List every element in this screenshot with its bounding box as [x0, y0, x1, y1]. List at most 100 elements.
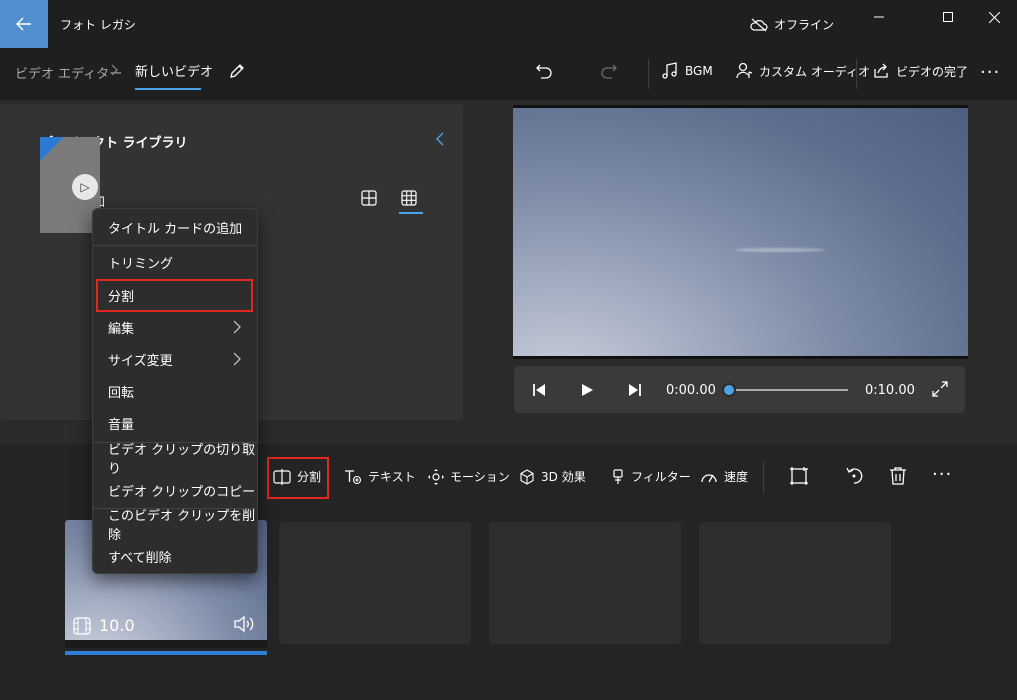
- seek-bar[interactable]: [728, 389, 848, 391]
- cloud-offline-icon: [750, 18, 768, 31]
- menu-item-label: トリミング: [108, 256, 174, 272]
- view-small-button[interactable]: [361, 190, 381, 210]
- share-icon: [874, 63, 888, 78]
- menu-item-trim[interactable]: トリミング: [93, 247, 257, 277]
- app-title: フォト レガシ: [60, 18, 136, 32]
- finish-video-button[interactable]: ビデオの完了: [872, 62, 968, 80]
- player-controls: 0:00.00 0:10.00: [514, 366, 965, 413]
- menu-item-label: タイトル カードの追加: [108, 221, 243, 237]
- pencil-icon: [230, 64, 244, 78]
- split-highlight: [267, 457, 329, 499]
- play-button[interactable]: [578, 381, 596, 399]
- play-icon: ▷: [72, 174, 98, 200]
- speed-icon: [701, 473, 717, 482]
- filter-tool-button[interactable]: フィルター: [611, 468, 691, 485]
- end-time: 0:10.00: [865, 383, 915, 398]
- grid-large-icon: [401, 190, 417, 206]
- chevron-left-icon: [436, 132, 444, 146]
- maximize-button[interactable]: [925, 0, 971, 34]
- menu-item-add-title-card[interactable]: タイトル カードの追加: [93, 212, 257, 242]
- speaker-icon: [234, 615, 254, 633]
- menu-separator: [93, 245, 257, 246]
- maximize-icon: [943, 12, 953, 22]
- collapse-library-button[interactable]: [435, 132, 445, 146]
- fullscreen-icon: [932, 381, 948, 397]
- bgm-button[interactable]: BGM: [661, 62, 713, 80]
- menu-item-copy-clip[interactable]: ビデオ クリップのコピー: [93, 475, 257, 505]
- person-audio-icon: [736, 62, 753, 79]
- context-menu: タイトル カードの追加 トリミング 分割 編集 サイズ変更 回転 音量 ビデオ …: [92, 208, 258, 574]
- crop-button[interactable]: [789, 466, 809, 486]
- custom-audio-button[interactable]: カスタム オーディオ: [735, 62, 870, 80]
- more-icon[interactable]: ···: [980, 62, 1000, 83]
- music-note-icon: [662, 62, 677, 79]
- minimize-icon: [874, 16, 884, 18]
- trash-icon: [890, 467, 906, 485]
- undo-button[interactable]: [535, 62, 553, 80]
- current-time: 0:00.00: [666, 383, 716, 398]
- next-frame-button[interactable]: [626, 381, 644, 399]
- menu-item-delete-clip[interactable]: このビデオ クリップを削除: [93, 509, 257, 543]
- speed-tool-button[interactable]: 速度: [700, 468, 748, 485]
- menu-item-label: ビデオ クリップの切り取り: [108, 443, 256, 477]
- clip-selection-bar: [65, 651, 267, 655]
- speed-tool-label: 速度: [724, 470, 749, 484]
- cube-icon: [520, 468, 534, 485]
- view-large-button[interactable]: [401, 190, 421, 210]
- text-tool-button[interactable]: テキスト: [344, 468, 416, 485]
- more-icon[interactable]: ···: [932, 464, 952, 485]
- 3d-effects-tool-label: 3D 効果: [541, 470, 586, 484]
- motion-tool-button[interactable]: モーション: [428, 468, 510, 485]
- menu-item-delete-all[interactable]: すべて削除: [93, 541, 257, 571]
- filter-icon: [613, 468, 623, 484]
- previous-frame-button[interactable]: [530, 381, 548, 399]
- rename-button[interactable]: [228, 62, 248, 82]
- preview-cloud: [735, 248, 825, 252]
- redo-button[interactable]: [600, 62, 618, 80]
- menu-item-label: サイズ変更: [108, 353, 173, 369]
- filter-tool-label: フィルター: [631, 470, 691, 484]
- seek-knob[interactable]: [722, 383, 736, 397]
- title-bar: フォト レガシ オフライン: [0, 0, 1017, 48]
- menu-item-label: このビデオ クリップを削除: [108, 509, 256, 543]
- empty-slot: [489, 522, 681, 644]
- menu-item-volume[interactable]: 音量: [93, 408, 257, 438]
- split-menu-highlight: [96, 279, 253, 312]
- chevron-right-icon: [111, 64, 118, 76]
- breadcrumb-separator: [111, 64, 119, 76]
- 3d-effects-tool-button[interactable]: 3D 効果: [519, 468, 586, 485]
- menu-item-label: 編集: [108, 321, 135, 337]
- delete-button[interactable]: [889, 466, 909, 486]
- empty-slot: [699, 522, 891, 644]
- video-preview[interactable]: [513, 108, 968, 356]
- menu-item-cut-clip[interactable]: ビデオ クリップの切り取り: [93, 443, 257, 477]
- close-button[interactable]: [971, 0, 1017, 34]
- menu-item-label: すべて削除: [108, 550, 172, 566]
- minimize-button[interactable]: [856, 0, 902, 34]
- storyboard-separator: [763, 462, 764, 494]
- file-corner: [40, 137, 64, 161]
- text-icon: [345, 469, 362, 484]
- clip-duration: 10.0: [73, 616, 135, 635]
- breadcrumb-root[interactable]: ビデオ エディター: [15, 63, 122, 82]
- empty-slot: [279, 522, 471, 644]
- rotate-button[interactable]: [844, 466, 864, 486]
- redo-icon: [601, 64, 617, 79]
- menu-item-edit[interactable]: 編集: [93, 312, 257, 342]
- play-icon: [582, 384, 593, 396]
- fullscreen-button[interactable]: [932, 381, 950, 399]
- bgm-label: BGM: [685, 64, 713, 78]
- command-separator: [648, 59, 649, 89]
- back-button[interactable]: [0, 0, 48, 48]
- film-icon: [73, 616, 91, 635]
- undo-icon: [536, 64, 552, 79]
- clip-audio[interactable]: [233, 615, 255, 633]
- rotate-icon: [846, 467, 863, 484]
- breadcrumb-current: 新しいビデオ: [135, 65, 214, 80]
- menu-item-resize[interactable]: サイズ変更: [93, 344, 257, 374]
- close-icon: [988, 11, 1000, 23]
- menu-item-rotate[interactable]: 回転: [93, 376, 257, 406]
- grid-small-icon: [361, 190, 377, 206]
- clip-shadow: [65, 640, 267, 648]
- command-bar: ビデオ エディター 新しいビデオ BGM カスタム オーディオ ビデオの完了 ·…: [0, 48, 1017, 100]
